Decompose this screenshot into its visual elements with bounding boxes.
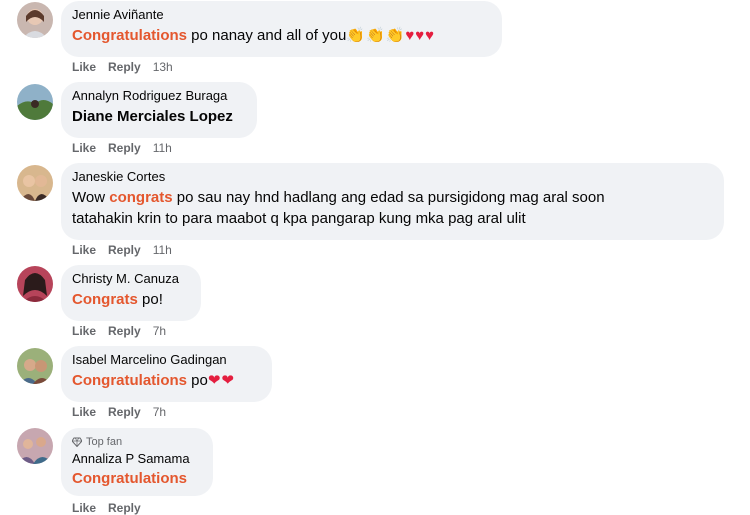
comment-bubble: Jennie Aviñante Congratulations po nanay… xyxy=(61,1,502,57)
comment-text: Congratulations po nanay and all of you👏… xyxy=(72,25,490,46)
comment-author[interactable]: Annaliza P Samama xyxy=(72,451,201,467)
like-button[interactable]: Like xyxy=(72,60,96,74)
avatar[interactable] xyxy=(17,2,53,38)
avatar[interactable] xyxy=(17,84,53,120)
reply-button[interactable]: Reply xyxy=(108,501,141,515)
reply-button[interactable]: Reply xyxy=(108,405,141,419)
comment-actions: Like Reply 7h xyxy=(72,405,166,419)
reply-button[interactable]: Reply xyxy=(108,141,141,155)
comment-text-body: po! xyxy=(137,291,163,308)
avatar-image xyxy=(17,2,53,38)
avatar[interactable] xyxy=(17,348,53,384)
timestamp[interactable]: 7h xyxy=(153,405,166,419)
avatar[interactable] xyxy=(17,165,53,201)
comment-author[interactable]: Isabel Marcelino Gadingan xyxy=(72,352,260,368)
highlight-word: Congratulations xyxy=(72,27,187,44)
avatar-image xyxy=(17,165,53,201)
comment-bubble: Isabel Marcelino Gadingan Congratulation… xyxy=(61,346,272,402)
like-button[interactable]: Like xyxy=(72,405,96,419)
comment-author[interactable]: Annalyn Rodriguez Buraga xyxy=(72,88,245,104)
highlight-word: congrats xyxy=(109,189,173,206)
avatar[interactable] xyxy=(17,428,53,464)
comment-actions: Like Reply 13h xyxy=(72,60,173,74)
comment-author[interactable]: Janeskie Cortes xyxy=(72,169,712,185)
comment-text-body: po xyxy=(187,372,208,389)
comment-author[interactable]: Christy M. Canuza xyxy=(72,271,189,287)
comment-text: Congratulations xyxy=(72,468,201,489)
highlight-word: Congrats xyxy=(72,291,138,308)
comment-text-body: po sau nay hnd hadlang ang edad sa pursi… xyxy=(172,189,605,206)
comment-bubble: Top fan Annaliza P Samama Congratulation… xyxy=(61,428,213,496)
like-button[interactable]: Like xyxy=(72,243,96,257)
avatar-image xyxy=(17,84,53,120)
timestamp[interactable]: 11h xyxy=(153,243,172,257)
comment-author[interactable]: Jennie Aviñante xyxy=(72,7,490,23)
tagged-user[interactable]: Diane Merciales Lopez xyxy=(72,106,245,127)
avatar[interactable] xyxy=(17,266,53,302)
comment-text-line2: tatahakin krin to para maabot q kpa pang… xyxy=(72,210,526,227)
highlight-word: Congratulations xyxy=(72,372,187,389)
avatar-image xyxy=(17,428,53,464)
highlight-word: Congratulations xyxy=(72,470,187,487)
comment-actions: Like Reply 11h xyxy=(72,243,172,257)
comment-text-start: Wow xyxy=(72,189,110,206)
emoji-reactions: 👏👏👏♥♥♥ xyxy=(346,27,436,44)
timestamp[interactable]: 11h xyxy=(153,141,172,155)
comment-bubble: Janeskie Cortes Wow congrats po sau nay … xyxy=(61,163,724,240)
diamond-icon xyxy=(72,437,82,447)
comment-actions: Like Reply xyxy=(72,501,141,515)
comment-actions: Like Reply 7h xyxy=(72,324,166,338)
reply-button[interactable]: Reply xyxy=(108,243,141,257)
comment-text-body: po nanay and all of you xyxy=(187,27,347,44)
comment-actions: Like Reply 11h xyxy=(72,141,172,155)
like-button[interactable]: Like xyxy=(72,501,96,515)
like-button[interactable]: Like xyxy=(72,324,96,338)
reply-button[interactable]: Reply xyxy=(108,60,141,74)
reply-button[interactable]: Reply xyxy=(108,324,141,338)
badge-label: Top fan xyxy=(86,436,123,448)
comment-bubble: Christy M. Canuza Congrats po! xyxy=(61,265,201,321)
comment-text: Congrats po! xyxy=(72,289,189,310)
top-fan-badge: Top fan xyxy=(72,435,201,449)
avatar-image xyxy=(17,266,53,302)
comment-bubble: Annalyn Rodriguez Buraga Diane Merciales… xyxy=(61,82,257,138)
like-button[interactable]: Like xyxy=(72,141,96,155)
timestamp[interactable]: 13h xyxy=(153,60,173,74)
heart-emojis: ❤❤ xyxy=(207,372,235,389)
avatar-image xyxy=(17,348,53,384)
timestamp[interactable]: 7h xyxy=(153,324,166,338)
comment-text: Congratulations po❤❤ xyxy=(72,370,260,391)
comment-text: Wow congrats po sau nay hnd hadlang ang … xyxy=(72,187,712,229)
